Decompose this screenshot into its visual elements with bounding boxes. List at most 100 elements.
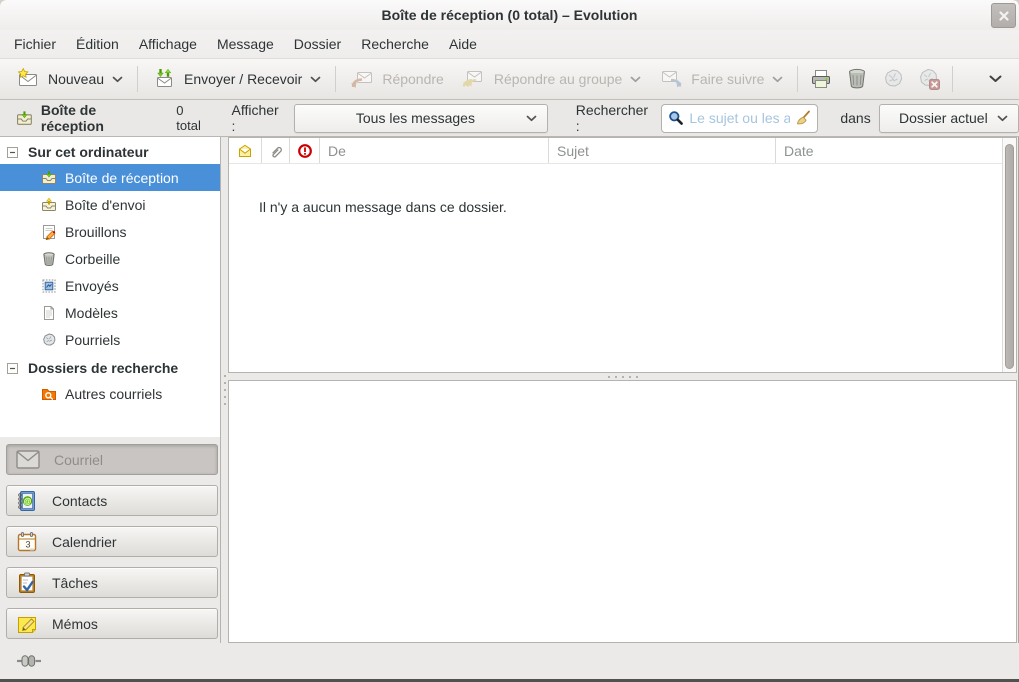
folder-label: Corbeille <box>65 251 120 267</box>
titlebar: Boîte de réception (0 total) – Evolution <box>0 0 1019 30</box>
tasks-icon <box>16 572 38 594</box>
send-receive-label: Envoyer / Recevoir <box>184 71 302 87</box>
chevron-down-icon <box>526 115 537 122</box>
reply-label: Répondre <box>382 71 444 87</box>
junk-icon <box>41 332 57 348</box>
close-button[interactable] <box>991 3 1016 28</box>
folder-drafts[interactable]: Brouillons <box>0 218 220 245</box>
column-date[interactable]: Date <box>776 138 1003 163</box>
scope-label: dans <box>840 110 870 126</box>
show-label: Afficher : <box>231 102 286 134</box>
svg-text:3: 3 <box>26 539 31 549</box>
folder-sidebar: Sur cet ordinateur Boîte de réception Bo… <box>0 137 221 437</box>
folder-label: Brouillons <box>65 224 126 240</box>
junk-icon <box>881 67 905 91</box>
not-junk-icon <box>917 67 941 91</box>
send-receive-button[interactable]: Envoyer / Recevoir <box>143 63 330 95</box>
reply-group-label: Répondre au groupe <box>494 71 622 87</box>
message-preview-pane <box>228 380 1017 643</box>
reply-group-button[interactable]: Répondre au groupe <box>453 63 650 95</box>
search-label: Rechercher : <box>576 102 656 134</box>
svg-text:@: @ <box>23 497 31 506</box>
menu-message[interactable]: Message <box>207 32 284 56</box>
component-switcher: Courriel @ Contacts 3 <box>0 437 221 643</box>
folder-junk[interactable]: Pourriels <box>0 326 220 353</box>
message-filter-value: Tous les messages <box>305 110 526 126</box>
drafts-icon <box>41 224 57 240</box>
forward-button[interactable]: Faire suivre <box>650 63 792 95</box>
online-status-plug-icon[interactable] <box>16 653 42 669</box>
menu-dossier[interactable]: Dossier <box>284 32 351 56</box>
print-icon <box>809 67 833 91</box>
folder-label: Boîte d'envoi <box>65 197 146 213</box>
message-list-scrollbar[interactable] <box>1002 138 1016 372</box>
print-button[interactable] <box>803 63 839 95</box>
folder-inbox[interactable]: Boîte de réception <box>0 164 220 191</box>
statusbar <box>0 643 1019 679</box>
reply-button[interactable]: Répondre <box>341 63 453 95</box>
column-priority[interactable] <box>290 138 320 163</box>
message-list-pane: De Sujet Date Il n'y a aucun message dan… <box>228 137 1017 373</box>
column-attachment[interactable] <box>262 138 290 163</box>
switcher-mail-label: Courriel <box>54 452 103 468</box>
toolbar-separator <box>952 66 953 92</box>
switcher-memos-button[interactable]: Mémos <box>6 608 218 639</box>
switcher-contacts-button[interactable]: @ Contacts <box>6 485 218 516</box>
vertical-splitter[interactable] <box>221 137 228 643</box>
folder-trash[interactable]: Corbeille <box>0 245 220 272</box>
forward-label: Faire suivre <box>691 71 764 87</box>
current-folder-name: Boîte de réception <box>41 102 162 134</box>
switcher-tasks-button[interactable]: Tâches <box>6 567 218 598</box>
inbox-icon <box>16 110 33 127</box>
reply-icon <box>350 67 374 91</box>
chevron-down-icon <box>772 76 783 83</box>
folder-sent[interactable]: Envoyés <box>0 272 220 299</box>
folder-label: Autres courriels <box>65 386 162 402</box>
switcher-mail-button[interactable]: Courriel <box>6 444 218 475</box>
chevron-down-icon <box>630 76 641 83</box>
switcher-tasks-label: Tâches <box>52 575 98 591</box>
delete-button[interactable] <box>839 63 875 95</box>
toolbar-separator <box>137 66 138 92</box>
search-folders-group[interactable]: Dossiers de recherche <box>0 356 220 380</box>
message-list-header: De Sujet Date <box>229 138 1003 164</box>
calendar-icon: 3 <box>16 531 38 553</box>
folder-templates[interactable]: Modèles <box>0 299 220 326</box>
junk-button[interactable] <box>875 63 911 95</box>
folder-unmatched[interactable]: Autres courriels <box>0 380 220 407</box>
account-group-on-this-computer[interactable]: Sur cet ordinateur <box>0 140 220 164</box>
reply-all-icon <box>462 67 486 91</box>
sent-stamp-icon <box>41 278 57 294</box>
search-scope-dropdown[interactable]: Dossier actuel <box>879 104 1019 133</box>
menu-affichage[interactable]: Affichage <box>129 32 207 56</box>
chevron-down-icon <box>989 75 1002 83</box>
menu-aide[interactable]: Aide <box>439 32 487 56</box>
column-subject[interactable]: Sujet <box>549 138 776 163</box>
new-message-label: Nouveau <box>48 71 104 87</box>
chevron-down-icon <box>112 76 123 83</box>
horizontal-splitter[interactable] <box>228 373 1017 380</box>
expander-minus-icon[interactable] <box>7 363 18 374</box>
switcher-calendar-button[interactable]: 3 Calendrier <box>6 526 218 557</box>
search-icon[interactable] <box>668 110 684 126</box>
menu-fichier[interactable]: Fichier <box>4 32 66 56</box>
scrollbar-thumb[interactable] <box>1005 144 1014 369</box>
clear-search-broom-icon[interactable] <box>795 110 811 126</box>
toolbar-overflow-button[interactable] <box>978 75 1012 83</box>
expander-minus-icon[interactable] <box>7 147 18 158</box>
folder-label: Envoyés <box>65 278 119 294</box>
outbox-icon <box>41 197 57 213</box>
new-message-button[interactable]: Nouveau <box>7 63 132 95</box>
menu-edition[interactable]: Édition <box>66 32 129 56</box>
not-junk-button[interactable] <box>911 63 947 95</box>
search-entry <box>661 104 818 133</box>
trash-icon <box>845 67 869 91</box>
folder-outbox[interactable]: Boîte d'envoi <box>0 191 220 218</box>
message-filter-dropdown[interactable]: Tous les messages <box>294 104 548 133</box>
folder-label: Pourriels <box>65 332 120 348</box>
empty-folder-message: Il n'y a aucun message dans ce dossier. <box>259 199 507 215</box>
column-from[interactable]: De <box>320 138 549 163</box>
column-status[interactable] <box>229 138 262 163</box>
menu-recherche[interactable]: Recherche <box>351 32 439 56</box>
search-input[interactable] <box>689 110 790 126</box>
